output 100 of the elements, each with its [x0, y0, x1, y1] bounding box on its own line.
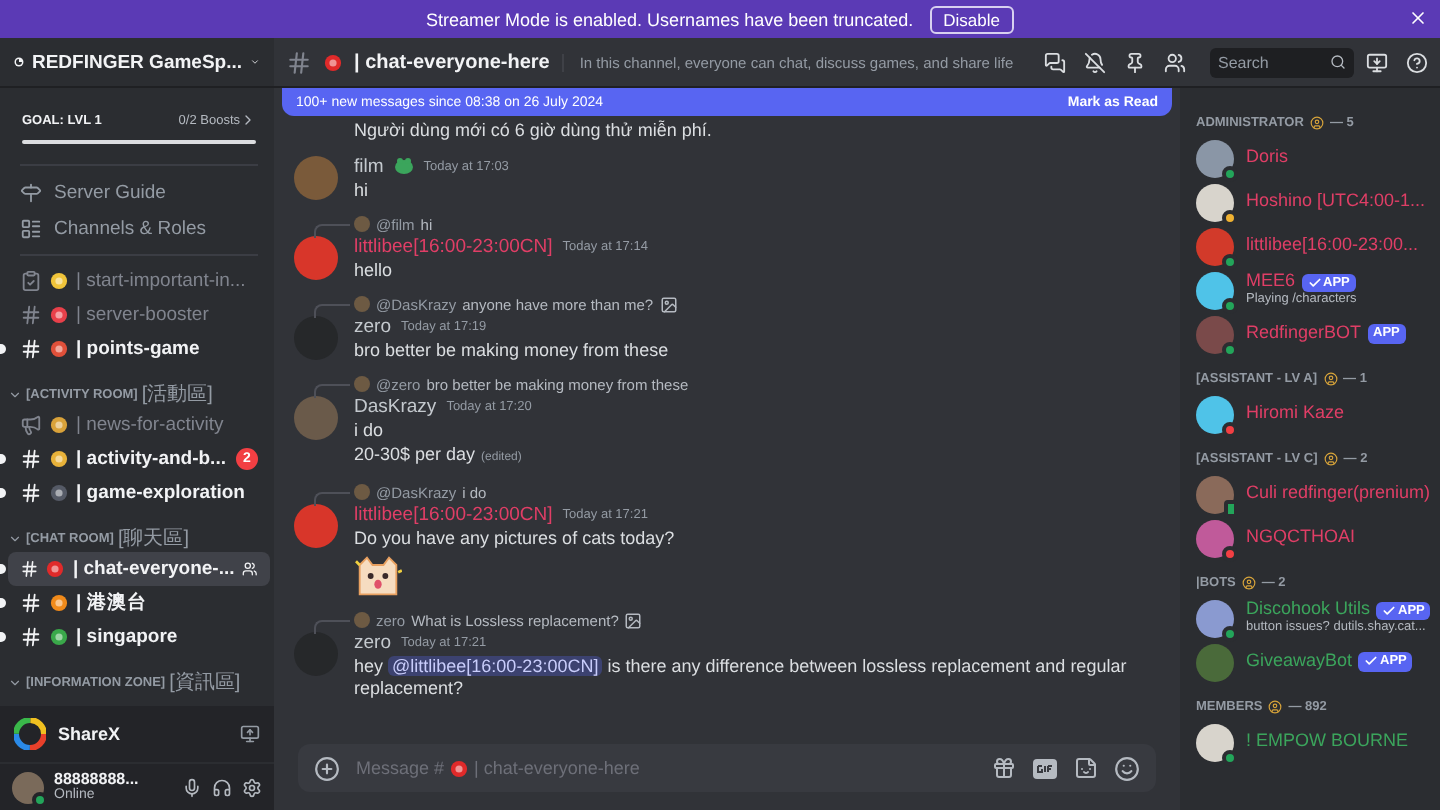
nav-label: Channels & Roles: [54, 217, 207, 239]
search-icon: [1330, 54, 1346, 70]
unread-indicator: [0, 344, 6, 354]
close-icon[interactable]: [1408, 8, 1428, 28]
megaphone-icon: [20, 414, 42, 436]
category-name[interactable]: [資訊區]: [169, 668, 241, 696]
avatar: [1196, 599, 1234, 637]
sticker-icon[interactable]: [1074, 756, 1098, 780]
category-name[interactable]: [聊天區]: [117, 524, 189, 552]
member-item[interactable]: NGQCTHOAI: [1196, 516, 1428, 560]
author-name[interactable]: littlibee[16:00-23:00CN]: [354, 503, 553, 525]
app-logo-icon: [14, 718, 46, 750]
unread-indicator: [0, 564, 6, 574]
member-name: RedfingerBOT: [1246, 324, 1362, 344]
threads-icon[interactable]: [1044, 51, 1066, 73]
reply-avatar: [354, 376, 370, 392]
settings-icon[interactable]: [242, 777, 262, 797]
chevron-down-icon[interactable]: [8, 675, 22, 689]
gift-icon[interactable]: [992, 756, 1016, 780]
hash-icon: [20, 448, 42, 470]
member-item[interactable]: Doris: [1196, 136, 1428, 180]
member-item[interactable]: Culi redfinger(prenium): [1196, 472, 1428, 516]
member-name: littlibee[16:00-23:00...: [1246, 236, 1419, 256]
avatar: [1196, 475, 1234, 513]
chevron-down-icon[interactable]: [8, 531, 22, 545]
avatar: [1196, 519, 1234, 557]
channel-name: | news-for-activity: [76, 414, 226, 436]
chevron-down-icon[interactable]: [8, 387, 22, 401]
nav-label: Server Guide: [54, 181, 166, 203]
role-icon: [1309, 116, 1324, 130]
hash-icon: [20, 338, 42, 360]
check-icon: [1382, 603, 1397, 618]
signpost-icon: [20, 181, 42, 203]
nav-item[interactable]: Server Guide: [8, 174, 270, 210]
user-mention[interactable]: @littlibee[16:00-23:00CN]: [388, 656, 603, 676]
channel-item[interactable]: | news-for-activity: [8, 408, 270, 442]
placeholder-text: Message #: [356, 758, 445, 778]
emoji-picker-icon[interactable]: [1114, 755, 1140, 781]
hash-icon: [286, 49, 312, 75]
member-name: Hoshino [UTC4:00-1...: [1246, 192, 1426, 212]
message-text: hello: [354, 260, 395, 282]
search-input[interactable]: Search: [1218, 53, 1330, 71]
role-icon: [1323, 372, 1338, 386]
headphones-icon[interactable]: [212, 777, 232, 797]
member-name: GiveawayBot: [1246, 652, 1353, 672]
avatar: [1196, 183, 1234, 221]
channel-item[interactable]: | points-game: [8, 332, 270, 366]
help-icon[interactable]: [1406, 51, 1428, 73]
search-field[interactable]: Search: [1210, 47, 1354, 77]
emoji-icon: [324, 53, 342, 71]
avatar: [1196, 395, 1234, 433]
avatar[interactable]: [294, 236, 338, 280]
members-icon[interactable]: [1164, 51, 1186, 73]
avatar: [1196, 643, 1234, 681]
author-name[interactable]: film: [354, 155, 384, 177]
user-avatar[interactable]: [12, 771, 44, 803]
member-item[interactable]: ! EMPOW BOURNE: [1196, 720, 1428, 764]
reply-avatar: [354, 484, 370, 500]
check-icon: [1364, 654, 1379, 669]
server-name: REDFINGER GameSp...: [31, 51, 243, 73]
author-name[interactable]: zero: [354, 631, 391, 653]
member-name: NGQCTHOAI: [1246, 528, 1356, 548]
channel-name: | points-game: [76, 338, 202, 360]
pin-icon[interactable]: [1124, 51, 1146, 73]
avatar: [1196, 723, 1234, 761]
channel-name: | 港澳台: [76, 590, 149, 616]
author-name[interactable]: DasKrazy: [354, 395, 437, 417]
gif-icon[interactable]: [1032, 757, 1058, 779]
add-attachment-icon[interactable]: [314, 755, 340, 781]
disable-button[interactable]: Disable: [929, 5, 1014, 33]
username: 88888888...: [54, 771, 141, 788]
channel-item[interactable]: | server-booster: [8, 298, 270, 332]
author-name[interactable]: littlibee[16:00-23:00CN]: [354, 235, 553, 257]
channel-name: | start-important-in...: [76, 270, 248, 292]
add-member-icon[interactable]: [242, 560, 258, 578]
channel-item[interactable]: | singapore: [8, 620, 270, 654]
microphone-icon[interactable]: [182, 777, 202, 797]
unread-indicator: [0, 454, 6, 464]
channel-name: | chat-everyone-...: [72, 558, 235, 580]
unread-indicator: [0, 488, 6, 498]
nav-item[interactable]: Channels & Roles: [8, 210, 270, 246]
inbox-icon[interactable]: [1366, 51, 1388, 73]
channel-item[interactable]: | start-important-in...: [8, 264, 270, 298]
image-icon: [624, 611, 643, 629]
message-text: hi: [354, 180, 371, 202]
channel-item[interactable]: | 港澳台: [8, 586, 270, 620]
reply-avatar: [354, 612, 370, 628]
member-item[interactable]: Hoshino [UTC4:00-1...: [1196, 180, 1428, 224]
member-item[interactable]: Hiromi Kaze: [1196, 392, 1428, 436]
message-text: i do: [354, 420, 386, 442]
screen-share-icon[interactable]: [240, 724, 260, 744]
member-item[interactable]: littlibee[16:00-23:00...: [1196, 224, 1428, 268]
channel-item[interactable]: | game-exploration: [8, 476, 270, 510]
avatar[interactable]: [294, 504, 338, 548]
unread-indicator: [0, 598, 6, 608]
list-icon: [20, 217, 42, 239]
author-name[interactable]: zero: [354, 315, 391, 337]
message-text: Do you have any pictures of cats today?: [354, 528, 677, 550]
category-name[interactable]: [活動區]: [141, 380, 213, 408]
bell-off-icon[interactable]: [1084, 51, 1106, 73]
